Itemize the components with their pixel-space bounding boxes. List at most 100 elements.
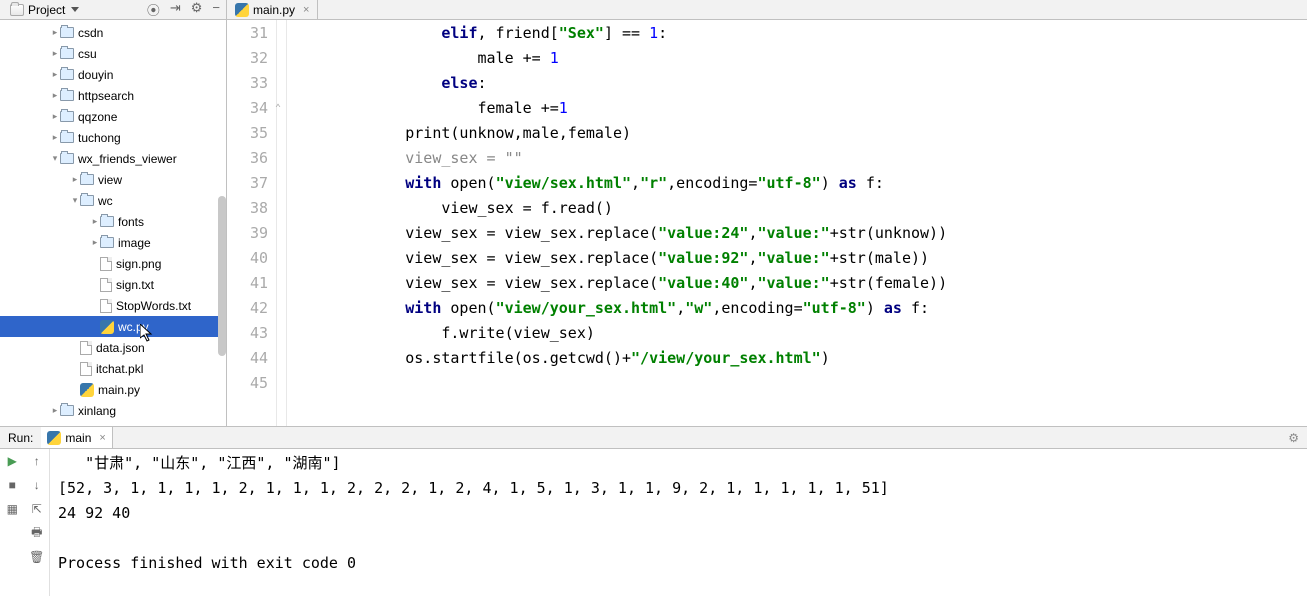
chevron-icon[interactable]: ▸ (50, 405, 60, 416)
folder-icon (60, 405, 74, 416)
tree-item-data-json[interactable]: data.json (0, 337, 226, 358)
export-button[interactable]: ⇱ (29, 501, 45, 517)
tree-item-httpsearch[interactable]: ▸ httpsearch (0, 85, 226, 106)
folder-icon (60, 69, 74, 80)
tree-label: qqzone (78, 110, 117, 124)
tree-item-wc[interactable]: ▾ wc (0, 190, 226, 211)
tree-item-tuchong[interactable]: ▸ tuchong (0, 127, 226, 148)
down-button[interactable]: ↓ (29, 477, 45, 493)
main-area: ▸ csdn ▸ csu ▸ douyin ▸ httpsearch ▸ qqzone ▸ tucho… (0, 20, 1307, 426)
file-icon (80, 341, 92, 355)
folder-icon (100, 216, 114, 227)
chevron-icon[interactable]: ▸ (50, 48, 60, 59)
console-output[interactable]: "甘肃", "山东", "江西", "湖南"] [52, 3, 1, 1, 1,… (50, 449, 1307, 596)
tree-label: douyin (78, 68, 113, 82)
run-tab-label: main (65, 431, 91, 445)
chevron-icon[interactable]: ▸ (50, 69, 60, 80)
tree-item-image[interactable]: ▸ image (0, 232, 226, 253)
code-editor[interactable]: 313233343536373839404142434445 ⌃ elif, f… (227, 20, 1307, 426)
tree-label: xinlang (78, 404, 116, 418)
tree-item-itchat-pkl[interactable]: itchat.pkl (0, 358, 226, 379)
folder-icon (60, 90, 74, 101)
tree-item-view[interactable]: ▸view (0, 169, 226, 190)
folder-icon (60, 153, 74, 164)
tree-item-douyin[interactable]: ▸ douyin (0, 64, 226, 85)
tree-item-fonts[interactable]: ▸ fonts (0, 211, 226, 232)
project-toolbar-icons: ⦿ ⇥ ⚙ − (147, 0, 220, 19)
project-tree[interactable]: ▸ csdn ▸ csu ▸ douyin ▸ httpsearch ▸ qqzone ▸ tucho… (0, 20, 227, 426)
code-content[interactable]: elif, friend["Sex"] == 1: male += 1 else… (287, 20, 947, 426)
tree-item-wx_friends_viewer[interactable]: ▾ wx_friends_viewer (0, 148, 226, 169)
folder-icon (60, 132, 74, 143)
tree-label: sign.png (116, 257, 161, 271)
folder-icon (10, 4, 24, 16)
folder-icon (60, 48, 74, 59)
editor-tab-main[interactable]: main.py × (227, 0, 318, 19)
tree-item-main-py[interactable]: main.py (0, 379, 226, 400)
chevron-icon[interactable]: ▸ (50, 111, 60, 122)
project-dropdown[interactable]: Project (6, 3, 83, 17)
project-label: Project (28, 3, 65, 17)
tree-label: wc (98, 194, 113, 208)
tree-item-sign-txt[interactable]: sign.txt (0, 274, 226, 295)
file-icon (100, 278, 112, 292)
tree-item-StopWords-txt[interactable]: StopWords.txt (0, 295, 226, 316)
folder-icon (60, 27, 74, 38)
folder-icon (80, 195, 94, 206)
stop-button[interactable]: ■ (4, 477, 20, 493)
tree-item-wc-py[interactable]: wc.py (0, 316, 226, 337)
tree-item-csu[interactable]: ▸ csu (0, 43, 226, 64)
tab-filename: main.py (253, 3, 295, 17)
tree-label: image (118, 236, 151, 250)
tree-label: tuchong (78, 131, 121, 145)
trash-button[interactable]: 🗑 (29, 549, 45, 565)
run-button[interactable]: ▶ (4, 453, 20, 469)
python-icon (235, 3, 249, 17)
console-gutter: ▶ ■ ▦ ↑ ↓ ⇱ 🖶 🗑 (0, 449, 50, 596)
chevron-icon[interactable]: ▸ (50, 132, 60, 143)
tree-label: csdn (78, 26, 103, 40)
locate-icon[interactable]: ⦿ (147, 0, 160, 19)
chevron-icon[interactable]: ▸ (90, 216, 100, 227)
print-button[interactable]: 🖶 (29, 525, 45, 541)
chevron-down-icon (71, 7, 79, 12)
file-icon (100, 299, 112, 313)
chevron-icon[interactable]: ▾ (70, 195, 80, 206)
collapse-icon[interactable]: ⇥ (170, 0, 181, 19)
gear-icon[interactable]: ⚙ (191, 0, 203, 19)
python-icon (100, 320, 114, 334)
scrollbar-thumb[interactable] (218, 196, 226, 356)
folder-icon (60, 111, 74, 122)
layout-button[interactable]: ▦ (4, 501, 20, 517)
close-icon[interactable]: × (303, 4, 309, 16)
tree-label: wx_friends_viewer (78, 152, 177, 166)
tree-label: itchat.pkl (96, 362, 143, 376)
file-icon (80, 362, 92, 376)
close-icon[interactable]: × (99, 432, 105, 444)
tree-label: StopWords.txt (116, 299, 191, 313)
chevron-icon[interactable]: ▸ (50, 27, 60, 38)
tree-item-csdn[interactable]: ▸ csdn (0, 22, 226, 43)
chevron-icon[interactable]: ▸ (70, 174, 80, 185)
chevron-icon[interactable]: ▸ (90, 237, 100, 248)
folder-icon (100, 237, 114, 248)
tree-label: csu (78, 47, 97, 61)
tree-item-qqzone[interactable]: ▸ qqzone (0, 106, 226, 127)
fold-column: ⌃ (277, 20, 287, 426)
python-icon (80, 383, 94, 397)
gear-icon[interactable]: ⚙ (1280, 431, 1307, 445)
up-button[interactable]: ↑ (29, 453, 45, 469)
folder-icon (80, 174, 94, 185)
tree-label: httpsearch (78, 89, 134, 103)
tree-label: fonts (118, 215, 144, 229)
chevron-icon[interactable]: ▸ (50, 90, 60, 101)
line-gutter: 313233343536373839404142434445 (227, 20, 277, 426)
run-tab-bar: Run: main × ⚙ (0, 427, 1307, 449)
tree-item-xinlang[interactable]: ▸ xinlang (0, 400, 226, 421)
hide-icon[interactable]: − (212, 0, 220, 19)
run-tab-main[interactable]: main × (41, 427, 112, 448)
top-toolbar: Project ⦿ ⇥ ⚙ − main.py × (0, 0, 1307, 20)
tree-item-sign-png[interactable]: sign.png (0, 253, 226, 274)
chevron-icon[interactable]: ▾ (50, 153, 60, 164)
console-row: ▶ ■ ▦ ↑ ↓ ⇱ 🖶 🗑 "甘肃", "山东", "江西", "湖南"] … (0, 449, 1307, 596)
